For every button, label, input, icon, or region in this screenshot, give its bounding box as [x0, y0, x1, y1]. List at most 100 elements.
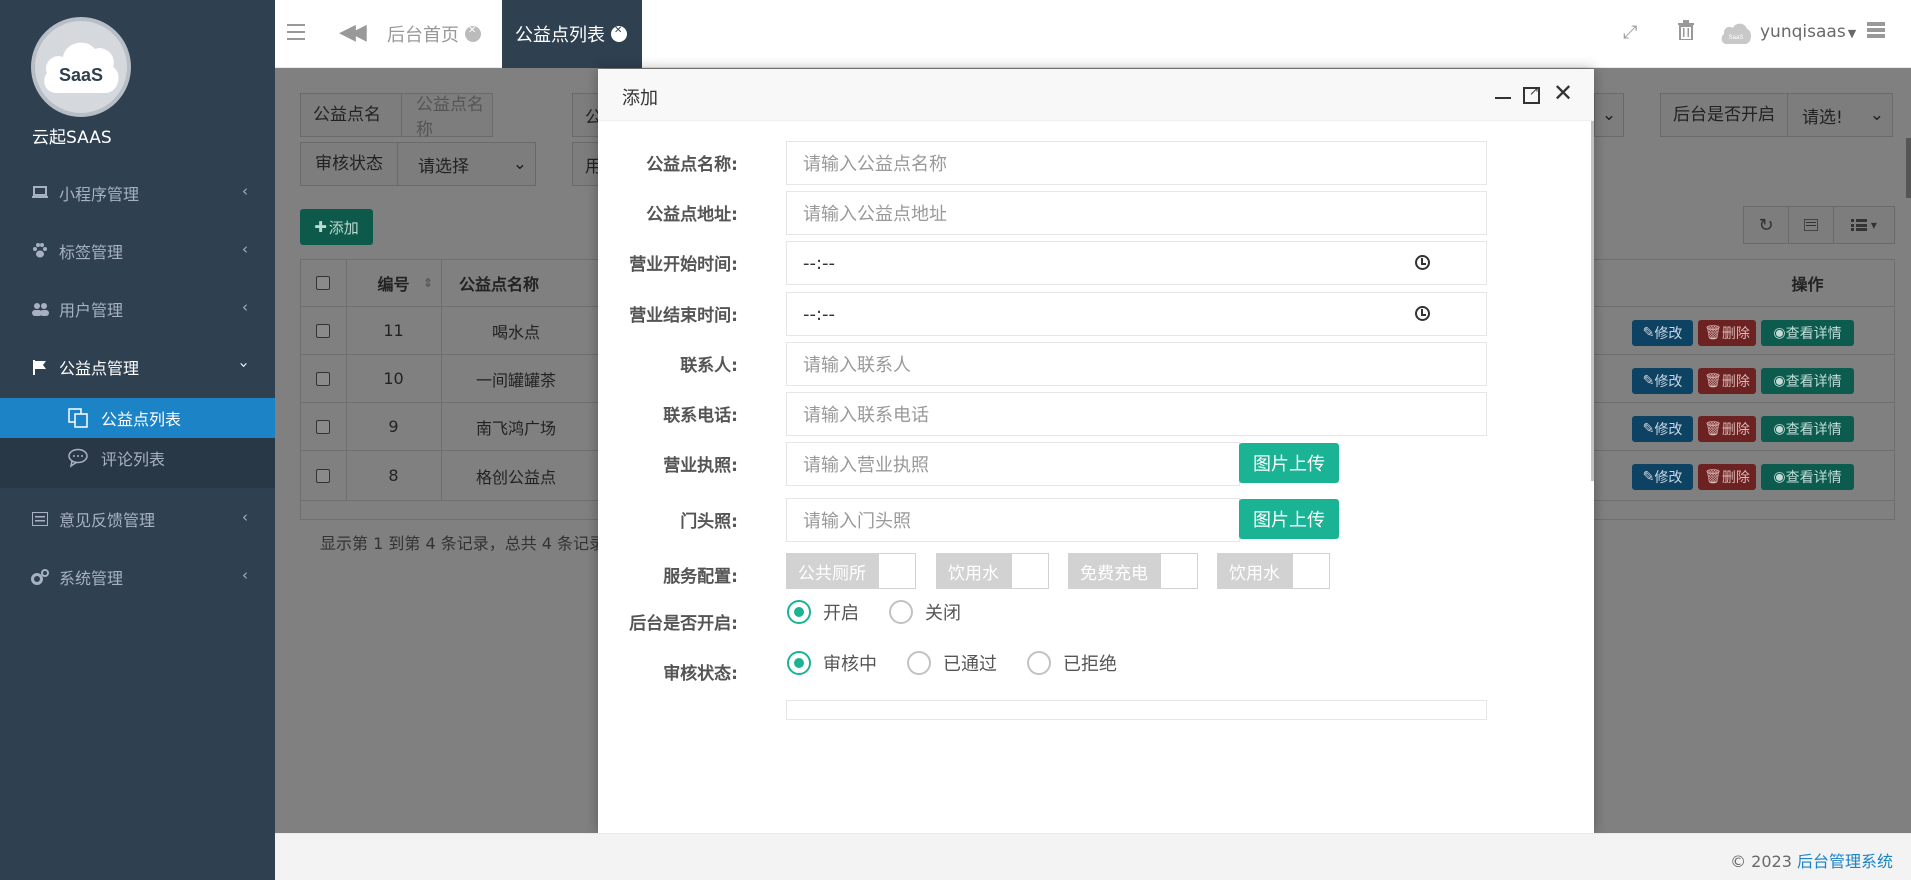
clock-icon[interactable] [1415, 306, 1430, 321]
filter-audit: 审核状态 请选择 ⌄ [300, 142, 536, 186]
filter-enabled-select[interactable]: 请选! [1788, 103, 1843, 128]
field-phone-input[interactable]: 请输入联系电话 [786, 392, 1487, 436]
radio-label: 已拒绝 [1063, 654, 1117, 675]
table-cell-name: 格创公益点 [475, 467, 556, 487]
dialog-header: 添加 ↗ ✕ [598, 69, 1594, 121]
sidebar-item-label: 用户管理 [59, 301, 124, 320]
sidebar-item-feedback[interactable]: 意见反馈管理 ‹ [0, 497, 275, 541]
upload-license-button[interactable]: 图片上传 [1239, 443, 1339, 483]
clock-icon[interactable] [1415, 255, 1430, 270]
sidebar-subitem-comments[interactable]: 评论列表 [0, 438, 275, 478]
hamburger-icon[interactable] [287, 24, 305, 40]
maximize-icon[interactable]: ↗ [1523, 84, 1540, 104]
row-checkbox[interactable] [300, 355, 346, 402]
chevron-down-icon[interactable]: ⌄ [1594, 93, 1624, 137]
field-name-input[interactable]: 请输入公益点名称 [786, 141, 1487, 185]
field-license-label: 营业执照: [663, 456, 738, 476]
list-toggle-icon[interactable]: ▾ [1833, 206, 1895, 244]
scrollbar[interactable] [1906, 138, 1911, 198]
row-checkbox[interactable] [300, 403, 346, 450]
delete-button[interactable]: 🗑 删除 [1698, 464, 1756, 490]
field-enabled-label: 后台是否开启: [629, 614, 738, 634]
sidebar-item-miniprogram[interactable]: 小程序管理 ‹ [0, 171, 275, 215]
radio-enabled-on[interactable]: 开启 [787, 599, 859, 625]
trash-icon[interactable] [1678, 20, 1694, 41]
edit-button[interactable]: ✎ 修改 [1632, 368, 1693, 394]
field-open-time-input[interactable]: --:-- [786, 241, 1487, 285]
delete-button[interactable]: 🗑 删除 [1698, 416, 1756, 442]
service-toggle-water[interactable]: 饮用水 [936, 553, 1049, 589]
server-icon[interactable] [1867, 22, 1885, 38]
radio-audit-approved[interactable]: 已通过 [907, 650, 997, 676]
close-icon[interactable]: ✕ [1553, 79, 1573, 107]
select-all-checkbox[interactable] [300, 260, 346, 306]
close-icon[interactable] [465, 25, 481, 42]
columns-icon[interactable] [1788, 206, 1834, 244]
user-menu[interactable]: yunqisaas ▼ [1760, 22, 1856, 42]
sidebar-item-users[interactable]: 用户管理 ‹ [0, 287, 275, 331]
filter-audit-select[interactable]: 请选择 [398, 152, 469, 177]
edit-button[interactable]: ✎ 修改 [1632, 320, 1693, 346]
sidebar-item-points[interactable]: 公益点管理 ‹ [0, 345, 275, 389]
view-button-label: 查看详情 [1785, 374, 1842, 390]
tabs-left-icon[interactable]: ◀◀ [339, 20, 367, 45]
row-checkbox[interactable] [300, 451, 346, 500]
sidebar-item-system[interactable]: 系统管理 ‹ [0, 555, 275, 599]
add-button[interactable]: ✚ 添加 [300, 209, 373, 245]
sidebar-item-tags[interactable]: 标签管理 ‹ [0, 229, 275, 273]
field-license-input[interactable]: 请输入营业执照 [786, 442, 1240, 486]
avatar-text: SaaS [1729, 35, 1744, 41]
refresh-icon[interactable]: ↻ [1743, 206, 1789, 244]
edit-button-label: 修改 [1654, 326, 1683, 342]
table-cell-id: 8 [388, 466, 399, 485]
radio-audit-pending[interactable]: 审核中 [787, 650, 877, 676]
row-checkbox[interactable] [300, 307, 346, 354]
fullscreen-icon[interactable]: ⤢ [1623, 22, 1637, 43]
field-close-time-input[interactable]: --:-- [786, 292, 1487, 336]
view-button[interactable]: ◉ 查看详情 [1761, 368, 1854, 394]
th-id[interactable]: 编号 ⇕ [346, 260, 441, 306]
field-address-input[interactable]: 请输入公益点地址 [786, 191, 1487, 235]
footer: © 2023 后台管理系统 [275, 833, 1911, 880]
delete-button[interactable]: 🗑 删除 [1698, 320, 1756, 346]
sidebar-subitem-point-list[interactable]: 公益点列表 [0, 398, 275, 438]
sidebar-item-label: 小程序管理 [59, 185, 140, 204]
service-toggle-toilet[interactable]: 公共厕所 [786, 553, 916, 589]
service-toggle-charging[interactable]: 免费充电 [1068, 553, 1198, 589]
field-contact-input[interactable]: 请输入联系人 [786, 342, 1487, 386]
field-door-input[interactable]: 请输入门头照 [786, 498, 1240, 542]
tab-home[interactable]: 后台首页 [387, 0, 499, 68]
radio-enabled-off[interactable]: 关闭 [889, 599, 961, 625]
edit-button[interactable]: ✎ 修改 [1632, 464, 1693, 490]
view-button-label: 查看详情 [1785, 422, 1842, 438]
radio-audit-rejected[interactable]: 已拒绝 [1027, 650, 1117, 676]
field-open-time-label: 营业开始时间: [629, 255, 738, 275]
dialog-title: 添加 [622, 88, 658, 109]
service-toggle-water-2[interactable]: 饮用水 [1217, 553, 1330, 589]
edit-button[interactable]: ✎ 修改 [1632, 416, 1693, 442]
delete-button[interactable]: 🗑 删除 [1698, 368, 1756, 394]
th-id-label: 编号 [377, 275, 410, 294]
view-button[interactable]: ◉ 查看详情 [1761, 464, 1854, 490]
logo-text: SaaS [59, 65, 103, 85]
next-field-input[interactable] [786, 700, 1487, 720]
close-icon[interactable]: ✕ [611, 25, 627, 42]
sidebar-item-label: 公益点管理 [59, 359, 140, 378]
upload-door-button[interactable]: 图片上传 [1239, 499, 1339, 539]
tab-label: 后台首页 [387, 25, 459, 46]
tab-point-list[interactable]: 公益点列表 ✕ [502, 0, 642, 68]
sidebar-subitem-label: 评论列表 [101, 450, 166, 469]
table-cell-name: 南飞鸿广场 [475, 418, 556, 438]
service-toggle-label: 公共厕所 [786, 553, 878, 589]
avatar[interactable]: SaaS [1720, 20, 1752, 48]
logo: SaaS [31, 17, 131, 117]
footer-link[interactable]: 后台管理系统 [1797, 852, 1893, 871]
table-cell-id: 10 [383, 369, 404, 388]
minimize-icon[interactable] [1495, 97, 1511, 99]
add-button-label: 添加 [328, 218, 359, 237]
view-button[interactable]: ◉ 查看详情 [1761, 320, 1854, 346]
laptop-icon [30, 184, 50, 202]
th-name[interactable]: 公益点名称 [441, 260, 571, 306]
view-button[interactable]: ◉ 查看详情 [1761, 416, 1854, 442]
filter-name-input[interactable]: 公益点名称 [402, 90, 492, 140]
